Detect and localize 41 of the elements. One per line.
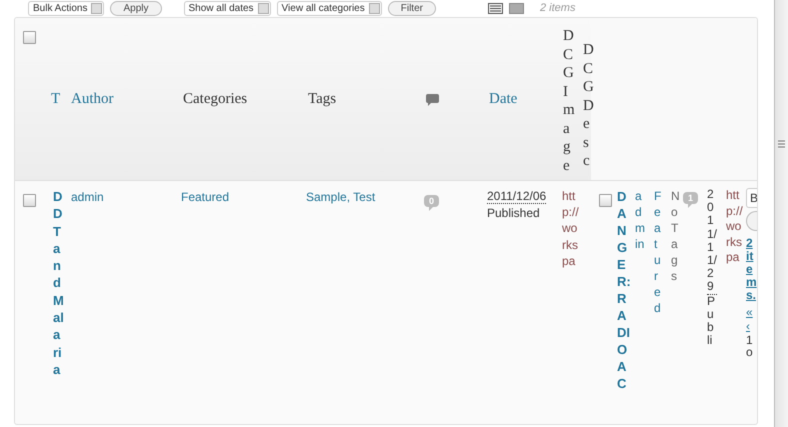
date-filter-select[interactable]: Show all dates: [184, 1, 271, 16]
filter-button[interactable]: Filter: [388, 1, 436, 16]
first-page-link[interactable]: «: [746, 306, 757, 318]
column-sort-link[interactable]: T: [51, 88, 71, 110]
tags-link[interactable]: Sample, Test: [306, 188, 424, 392]
image-url: http://workspa: [562, 188, 579, 270]
image-url: http://workspa: [726, 188, 743, 266]
bulk-actions-select[interactable]: B: [746, 188, 757, 208]
column-header: Tags: [308, 90, 338, 109]
item-count: 2 items: [540, 1, 576, 16]
post-status: Publi: [707, 294, 716, 348]
item-count-link[interactable]: 2 items.: [746, 237, 757, 302]
row-checkbox[interactable]: [23, 194, 36, 207]
username-link[interactable]: admin: [71, 188, 181, 392]
column-header: DCG Desc: [583, 41, 594, 170]
select-all-checkbox[interactable]: [23, 31, 36, 44]
username-link[interactable]: admin: [635, 188, 645, 252]
bulk-actions-select[interactable]: Bulk Actions: [28, 1, 104, 16]
column-header: Categories: [183, 90, 248, 109]
partial-button[interactable]: [746, 211, 757, 231]
category-link[interactable]: Featured: [181, 188, 306, 392]
row-checkbox[interactable]: [599, 194, 612, 207]
post-date: 2011/11/29: [707, 188, 718, 294]
scrollbar[interactable]: [774, 0, 788, 427]
category-link[interactable]: Featured: [654, 188, 662, 316]
column-sort-link[interactable]: Date: [489, 88, 563, 110]
column-header: DCG Image: [563, 27, 575, 175]
previous-page-link[interactable]: ‹: [746, 320, 757, 332]
excerpt-view-icon[interactable]: [508, 3, 524, 14]
tags-text: No Tags: [671, 188, 680, 284]
post-title-link[interactable]: DANGER: RADIOAC: [617, 188, 631, 392]
post-date: 2011/12/06: [487, 189, 546, 204]
comment-icon: [426, 94, 439, 106]
category-filter-select[interactable]: View all categories: [276, 1, 382, 16]
grip-icon: [778, 140, 785, 148]
list-view-icon[interactable]: [488, 3, 503, 14]
page-indicator: 1 o: [746, 334, 753, 358]
apply-button[interactable]: Apply: [110, 1, 162, 16]
column-sort-link[interactable]: Author: [71, 88, 183, 110]
post-title-link[interactable]: DDT and Malaria: [53, 188, 64, 378]
post-status: Published: [487, 205, 541, 222]
